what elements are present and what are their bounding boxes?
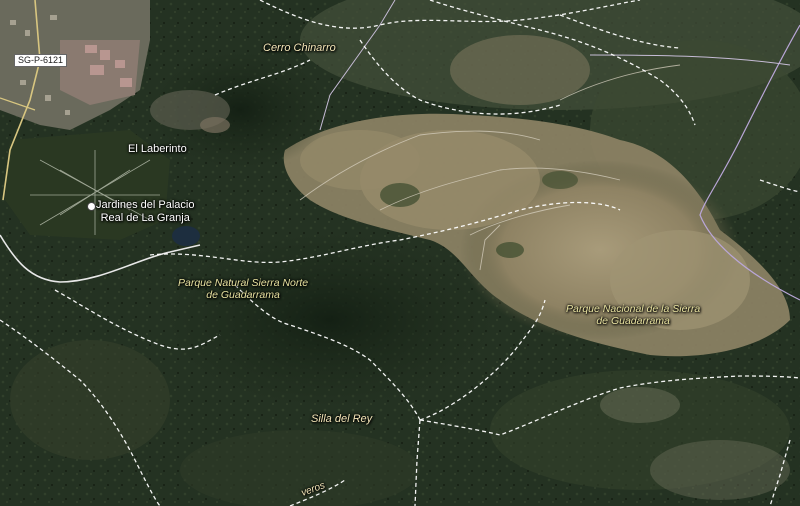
parque-nacional-line2: de Guadarrama — [596, 315, 670, 327]
parque-nacional-line1: Parque Nacional de la Sierra — [566, 303, 701, 315]
poi-marker[interactable] — [87, 202, 96, 211]
map-view[interactable]: SG-P-6121 Cerro Chinarro El Laberinto Ja… — [0, 0, 800, 506]
jardines-label-line2: Real de La Granja — [100, 212, 190, 224]
parque-natural-line1: Parque Natural Sierra Norte — [178, 277, 309, 289]
cerro-chinarro-label: Cerro Chinarro — [263, 42, 336, 54]
el-laberinto-label: El Laberinto — [128, 143, 187, 155]
parque-nacional-label: Parque Nacional de la Sierra de Guadarra… — [566, 303, 700, 327]
jardines-label-line1: Jardines del Palacio — [96, 199, 195, 211]
parque-natural-line2: de Guadarrama — [206, 289, 280, 301]
satellite-imagery — [0, 0, 800, 506]
silla-del-rey-label: Silla del Rey — [311, 413, 373, 425]
jardines-label: Jardines del Palacio Real de La Granja — [96, 199, 194, 225]
parque-natural-label: Parque Natural Sierra Norte de Guadarram… — [178, 277, 308, 301]
road-shield-label: SG-P-6121 — [14, 54, 68, 67]
